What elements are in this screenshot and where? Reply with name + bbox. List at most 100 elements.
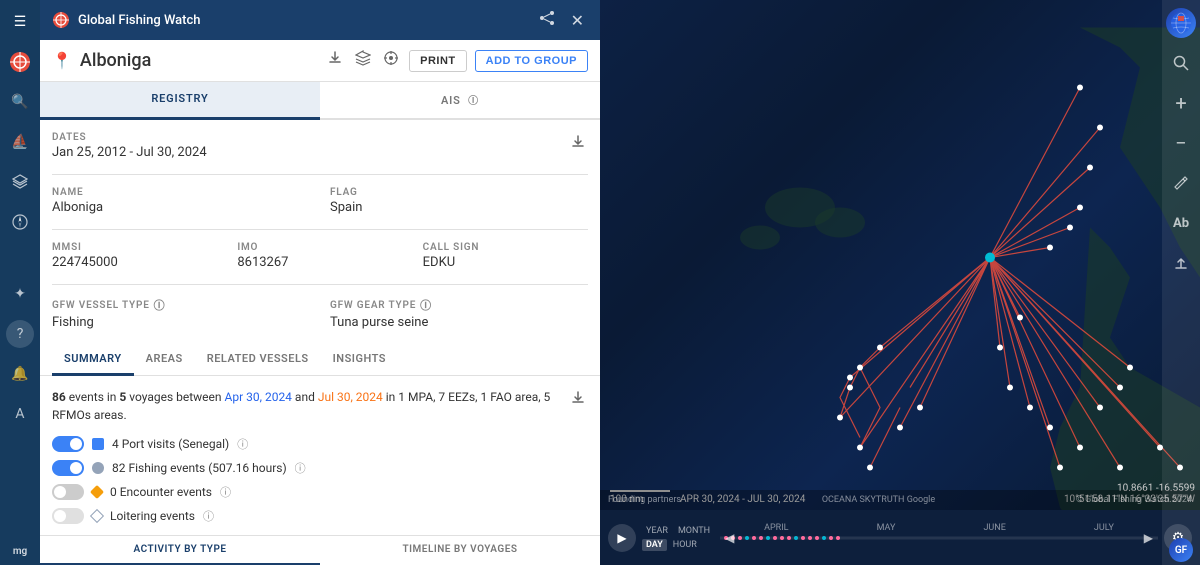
- sparkle-nav-icon[interactable]: ✦: [6, 280, 34, 308]
- gfw-vessel-type-value: Fishing: [52, 315, 310, 330]
- encounter-events-label: 0 Encounter events: [110, 485, 212, 499]
- track-right-handle[interactable]: ▶: [1144, 531, 1153, 545]
- fishing-icon: [92, 462, 104, 474]
- loitering-toggle[interactable]: [52, 508, 84, 524]
- time-unit-day[interactable]: DAY: [642, 539, 667, 551]
- encounter-events-row: 0 Encounter events ⓘ: [52, 484, 588, 500]
- tab-ais[interactable]: AIS ⓘ: [320, 82, 600, 120]
- summary-download-icon[interactable]: [568, 388, 588, 413]
- mmsi-value: 224745000: [52, 255, 217, 270]
- divider-3: [52, 284, 588, 285]
- share-icon[interactable]: [535, 8, 559, 32]
- timeline: ▶ YEAR MONTH DAY HOUR APRIL MAY JUNE JUL…: [600, 510, 1200, 565]
- loitering-info-icon[interactable]: ⓘ: [203, 508, 214, 524]
- track-dot: [808, 536, 812, 540]
- bell-nav-icon[interactable]: 🔔: [6, 360, 34, 388]
- gfw-gear-type-label: GFW GEAR TYPE ⓘ: [330, 297, 588, 313]
- vessel-track-svg: [600, 0, 1200, 565]
- menu-icon[interactable]: ☰: [6, 8, 34, 36]
- right-plus-icon[interactable]: +: [1166, 88, 1196, 118]
- track-dot: [787, 536, 791, 540]
- flag-field: FLAG Spain: [330, 187, 588, 215]
- right-avatar-icon[interactable]: GF: [1166, 535, 1196, 565]
- translate-nav-icon[interactable]: A: [6, 400, 34, 428]
- layers-icon[interactable]: [353, 48, 373, 73]
- globe-icon[interactable]: [1166, 8, 1196, 38]
- time-unit-year[interactable]: YEAR: [642, 525, 672, 537]
- target-icon[interactable]: [381, 48, 401, 73]
- loitering-events-label: Loitering events: [110, 509, 195, 523]
- name-value: Alboniga: [52, 200, 310, 215]
- dates-download-icon[interactable]: [568, 132, 588, 157]
- right-minus-icon[interactable]: −: [1166, 128, 1196, 158]
- vessel-type-info-icon[interactable]: ⓘ: [154, 297, 166, 313]
- track-dot: [773, 536, 777, 540]
- name-label: NAME: [52, 187, 310, 198]
- gfw-gear-type-field: GFW GEAR TYPE ⓘ Tuna purse seine: [330, 297, 588, 330]
- track-dot: [752, 536, 756, 540]
- call-sign-label: CALL SIGN: [423, 242, 588, 253]
- right-search-icon[interactable]: [1166, 48, 1196, 78]
- right-text-icon[interactable]: Ab: [1166, 208, 1196, 238]
- download-icon[interactable]: [325, 48, 345, 73]
- flag-label: FLAG: [330, 187, 588, 198]
- layers-nav-icon[interactable]: [6, 168, 34, 196]
- bottom-tab-activity[interactable]: ACTIVITY BY TYPE: [40, 536, 320, 565]
- mg-icon[interactable]: mg: [6, 537, 34, 565]
- sub-tab-related-vessels[interactable]: RELATED VESSELS: [195, 344, 321, 376]
- time-unit-month[interactable]: MONTH: [674, 525, 714, 537]
- encounter-toggle[interactable]: [52, 484, 84, 500]
- track-left-handle[interactable]: ◀: [725, 531, 734, 545]
- timeline-track[interactable]: APRIL MAY JUNE JULY: [720, 523, 1158, 553]
- vessel-nav-icon[interactable]: ⛵: [6, 128, 34, 156]
- track-dot: [822, 536, 826, 540]
- gear-type-info-icon[interactable]: ⓘ: [420, 297, 432, 313]
- bottom-tab-timeline[interactable]: TIMELINE BY VOYAGES: [320, 536, 600, 565]
- call-sign-field: CALL SIGN EDKU: [423, 242, 588, 270]
- track-dot: [801, 536, 805, 540]
- port-visits-toggle[interactable]: [52, 436, 84, 452]
- loitering-events-row: Loitering events ⓘ: [52, 508, 588, 524]
- tab-registry[interactable]: REGISTRY: [40, 82, 320, 120]
- registry-ais-tabs: REGISTRY AIS ⓘ: [40, 82, 600, 120]
- track-dot: [780, 536, 784, 540]
- sub-tab-areas[interactable]: AREAS: [134, 344, 195, 376]
- summary-text: 86 events in 5 voyages between Apr 30, 2…: [52, 388, 568, 424]
- add-to-group-button[interactable]: ADD TO GROUP: [475, 50, 588, 72]
- right-upload-icon[interactable]: [1166, 248, 1196, 278]
- encounter-info-icon[interactable]: ⓘ: [220, 484, 231, 500]
- sub-tab-insights[interactable]: INSIGHTS: [321, 344, 398, 376]
- print-button[interactable]: PRINT: [409, 50, 467, 72]
- play-button[interactable]: ▶: [608, 524, 636, 552]
- panel-content: DATES Jan 25, 2012 - Jul 30, 2024 NAME A…: [40, 120, 600, 535]
- gfw-vessel-type-field: GFW VESSEL TYPE ⓘ Fishing: [52, 297, 310, 330]
- port-visits-label: 4 Port visits (Senegal): [112, 437, 229, 451]
- mmsi-label: MMSI: [52, 242, 217, 253]
- right-edit-icon[interactable]: [1166, 168, 1196, 198]
- call-sign-value: EDKU: [423, 255, 588, 270]
- gfw-logo-small: [52, 11, 70, 29]
- fishing-info-icon[interactable]: ⓘ: [295, 460, 306, 476]
- track-dot: [836, 536, 840, 540]
- close-icon[interactable]: ✕: [567, 9, 588, 32]
- fishing-events-row: 82 Fishing events (507.16 hours) ⓘ: [52, 460, 588, 476]
- time-unit-hour[interactable]: HOUR: [669, 539, 701, 551]
- port-visits-row: 4 Port visits (Senegal) ⓘ: [52, 436, 588, 452]
- loitering-icon: [90, 509, 104, 523]
- gfw-gear-type-value: Tuna purse seine: [330, 315, 588, 330]
- left-nav: ☰ 🔍 ⛵ ✦ ? 🔔 A mg: [0, 0, 40, 565]
- fishing-toggle[interactable]: [52, 460, 84, 476]
- name-flag-row: NAME Alboniga FLAG Spain: [52, 187, 588, 215]
- mmsi-imo-row: MMSI 224745000 IMO 8613267 CALL SIGN EDK…: [52, 242, 588, 270]
- search-nav-icon[interactable]: 🔍: [6, 88, 34, 116]
- port-visits-info-icon[interactable]: ⓘ: [237, 436, 248, 452]
- ais-info-icon: ⓘ: [468, 96, 479, 107]
- track-dot: [738, 536, 742, 540]
- time-units-row: YEAR MONTH: [642, 525, 714, 537]
- compass-nav-icon[interactable]: [6, 208, 34, 236]
- gfw-vessel-type-label: GFW VESSEL TYPE ⓘ: [52, 297, 310, 313]
- sub-tab-summary[interactable]: SUMMARY: [52, 344, 134, 376]
- founding-bar: Founding partners OCEANA SKYTRUTH Google…: [600, 490, 1200, 510]
- help-nav-icon[interactable]: ?: [6, 320, 34, 348]
- track-dot: [794, 536, 798, 540]
